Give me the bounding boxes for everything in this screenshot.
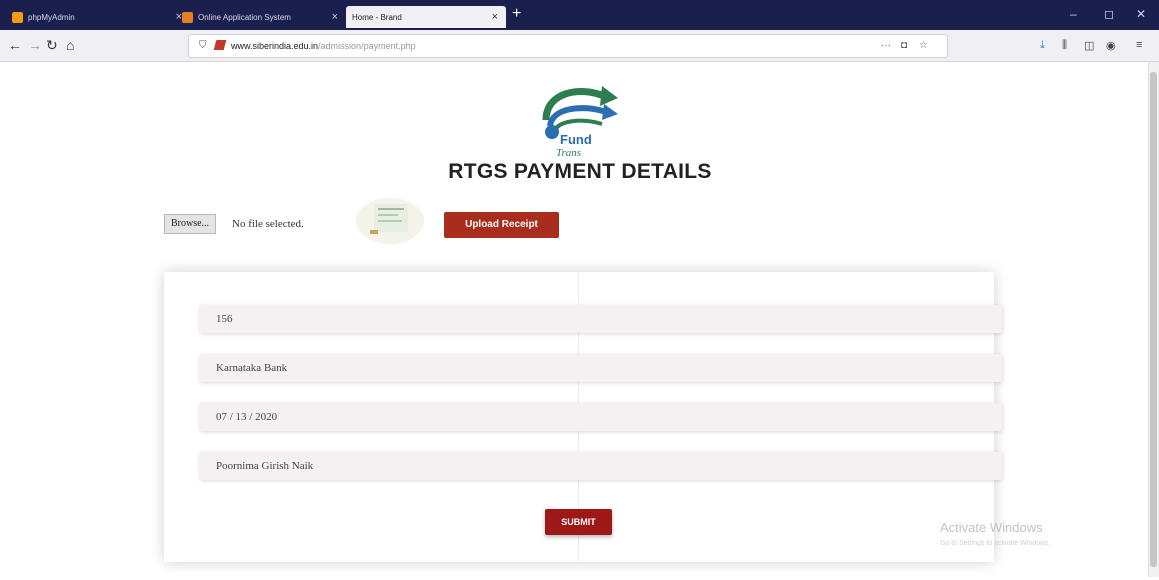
logo-trans-text: Trans	[556, 147, 581, 159]
activate-windows-watermark: Activate Windows	[940, 520, 1043, 535]
fund-transfer-logo: Fund Trans	[542, 86, 618, 159]
tab-home-brand[interactable]: Home - Brand ×	[346, 6, 506, 28]
phpmyadmin-icon	[12, 11, 23, 23]
logo-fund-text: Fund	[560, 132, 592, 147]
address-bar[interactable]: ⛉ www.siberindia.edu.in/admission/paymen…	[188, 34, 948, 58]
receipt-thumbnail	[356, 198, 424, 244]
tab-label: Online Application System	[198, 12, 291, 22]
submit-button[interactable]: SUBMIT	[545, 509, 612, 535]
bookmark-star-icon[interactable]: ☆	[919, 40, 928, 51]
shield-icon: ⛉	[199, 40, 207, 51]
upload-receipt-button[interactable]: Upload Receipt	[444, 212, 559, 238]
page-title: RTGS PAYMENT DETAILS	[448, 160, 712, 183]
reload-icon[interactable]: ↻	[46, 37, 58, 54]
downloads-icon[interactable]: ⤓	[1040, 39, 1045, 52]
application-icon	[182, 11, 193, 23]
tab-online-application[interactable]: Online Application System ×	[176, 6, 346, 28]
date-field[interactable]: 07 / 13 / 2020	[200, 403, 1002, 431]
amount-field[interactable]: 156	[200, 305, 1002, 333]
payer-name-field[interactable]: Poornima Girish Naik	[200, 452, 1002, 480]
site-icon	[213, 40, 227, 50]
sidebar-icon[interactable]: ◫	[1084, 39, 1094, 52]
scrollbar-thumb[interactable]	[1150, 72, 1157, 567]
page-actions-icon[interactable]: ···	[881, 40, 891, 51]
library-icon[interactable]: ⫼	[1062, 39, 1067, 52]
back-icon[interactable]: ←	[8, 37, 22, 53]
forward-icon[interactable]: →	[28, 37, 42, 53]
maximize-icon[interactable]: ◻	[1104, 7, 1114, 21]
home-icon[interactable]: ⌂	[66, 37, 74, 53]
tab-close-icon[interactable]: ×	[492, 11, 498, 23]
url-text: www.siberindia.edu.in/admission/payment.…	[231, 41, 416, 51]
close-window-icon[interactable]: ✕	[1136, 7, 1146, 21]
tab-label: phpMyAdmin	[28, 12, 75, 22]
activate-windows-subtext: Go to Settings to activate Windows.	[940, 540, 1051, 547]
browse-button[interactable]: Browse...	[164, 214, 217, 234]
bank-name-field[interactable]: Karnataka Bank	[200, 354, 1002, 382]
tab-close-icon[interactable]: ×	[332, 11, 338, 23]
tab-label: Home - Brand	[352, 12, 402, 22]
minimize-icon[interactable]: –	[1070, 7, 1077, 21]
account-icon[interactable]: ◉	[1106, 39, 1116, 52]
tab-phpmyadmin[interactable]: phpMyAdmin ×	[6, 6, 190, 28]
menu-icon[interactable]: ≡	[1136, 39, 1142, 51]
browser-navbar: ← → ↻ ⌂ ⛉ www.siberindia.edu.in/admissio…	[0, 30, 1159, 62]
file-status-text: No file selected.	[232, 218, 304, 230]
new-tab-icon[interactable]: +	[512, 5, 521, 23]
browser-titlebar: phpMyAdmin × Online Application System ×…	[0, 0, 1159, 30]
pocket-icon[interactable]: ◘	[901, 40, 907, 51]
